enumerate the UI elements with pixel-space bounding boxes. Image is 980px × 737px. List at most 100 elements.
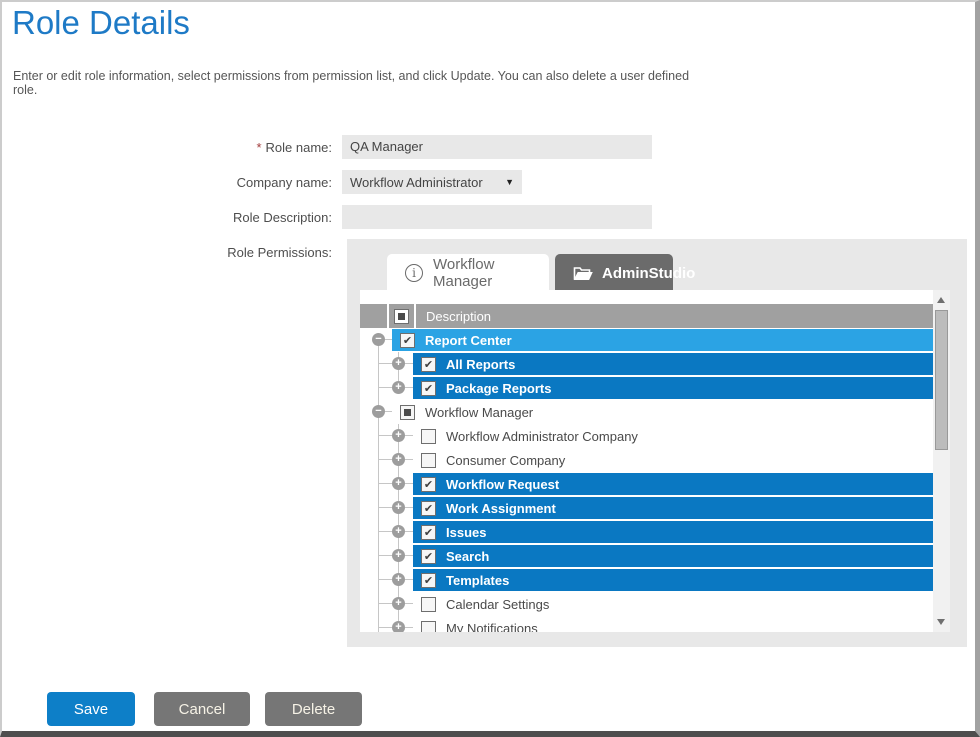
- tree-line: [378, 424, 379, 448]
- grid-header-checkbox-cell: [389, 304, 414, 328]
- row-label: Templates: [446, 573, 509, 588]
- row-label: All Reports: [446, 357, 515, 372]
- row-checkbox[interactable]: [421, 621, 436, 633]
- table-row[interactable]: + ✔ Issues: [360, 520, 933, 544]
- tree-line: [378, 496, 379, 520]
- table-row[interactable]: + ✔Package Reports: [360, 376, 933, 400]
- row-highlight: ✔Workflow Request: [413, 473, 933, 495]
- permissions-grid: Description −✔Report Center+✔All Reports…: [360, 290, 950, 632]
- tree-line: [379, 603, 392, 604]
- role-description-label: Role Description:: [2, 210, 332, 225]
- tree-line: [405, 435, 413, 436]
- table-row[interactable]: + Workflow Administrator Company: [360, 424, 933, 448]
- table-row[interactable]: + ✔ All Reports: [360, 352, 933, 376]
- vertical-scrollbar[interactable]: [933, 290, 950, 632]
- tab-adminstudio[interactable]: AdminStudio: [555, 254, 673, 292]
- company-name-value: Workflow Administrator: [350, 175, 483, 190]
- row-checkbox[interactable]: ✔: [421, 357, 436, 372]
- tree-line: [379, 555, 392, 556]
- role-name-label: *Role name:: [2, 140, 332, 155]
- chevron-down-icon: ▼: [505, 177, 514, 187]
- scrollbar-thumb[interactable]: [935, 310, 948, 450]
- role-permissions-label: Role Permissions:: [2, 245, 332, 260]
- tree-line: [405, 363, 413, 364]
- expand-toggle-icon[interactable]: +: [392, 549, 405, 562]
- tree-line: [379, 435, 392, 436]
- table-row[interactable]: −✔Report Center: [360, 328, 933, 352]
- company-name-select[interactable]: Workflow Administrator ▼: [342, 170, 522, 194]
- row-highlight: Consumer Company: [413, 449, 933, 471]
- table-row[interactable]: +✔Search: [360, 544, 933, 568]
- company-name-label: Company name:: [2, 175, 332, 190]
- row-label: Issues: [446, 525, 486, 540]
- table-row[interactable]: + ✔ Templates: [360, 568, 933, 592]
- role-name-input[interactable]: [342, 135, 652, 159]
- expand-toggle-icon[interactable]: +: [392, 525, 405, 538]
- role-details-page: Role Details Enter or edit role informat…: [0, 0, 980, 737]
- expand-toggle-icon[interactable]: +: [392, 381, 405, 394]
- tree-line: [378, 448, 379, 472]
- expand-toggle-icon[interactable]: +: [392, 453, 405, 466]
- row-label: My Notifications: [446, 621, 538, 633]
- tree-line: [385, 339, 392, 340]
- tree-line: [379, 627, 392, 628]
- tab-label: AdminStudio: [602, 265, 695, 282]
- row-checkbox[interactable]: ✔: [421, 477, 436, 492]
- collapse-toggle-icon[interactable]: −: [372, 333, 385, 346]
- delete-button[interactable]: Delete: [265, 692, 362, 726]
- row-checkbox[interactable]: ✔: [421, 501, 436, 516]
- expand-toggle-icon[interactable]: +: [392, 597, 405, 610]
- expand-toggle-icon[interactable]: +: [392, 429, 405, 442]
- row-highlight: Calendar Settings: [413, 593, 933, 615]
- row-checkbox[interactable]: ✔: [400, 333, 415, 348]
- table-row[interactable]: + ✔Workflow Request: [360, 472, 933, 496]
- info-icon: [405, 264, 423, 282]
- row-checkbox[interactable]: [421, 453, 436, 468]
- scroll-down-arrow-icon[interactable]: [937, 619, 945, 625]
- row-checkbox[interactable]: [400, 405, 415, 420]
- tree-line: [378, 352, 379, 376]
- role-permissions-panel: Workflow Manager AdminStudio Description: [347, 239, 967, 647]
- expand-toggle-icon[interactable]: +: [392, 357, 405, 370]
- row-checkbox[interactable]: ✔: [421, 381, 436, 396]
- row-highlight: ✔ All Reports: [413, 353, 933, 375]
- tree-line: [405, 531, 413, 532]
- expand-toggle-icon[interactable]: +: [392, 621, 405, 632]
- tab-workflow-manager[interactable]: Workflow Manager: [387, 254, 549, 292]
- row-checkbox[interactable]: [421, 429, 436, 444]
- table-row[interactable]: −Workflow Manager: [360, 400, 933, 424]
- role-description-input[interactable]: [342, 205, 652, 229]
- row-checkbox[interactable]: [421, 597, 436, 612]
- cancel-button[interactable]: Cancel: [154, 692, 250, 726]
- tree-line: [378, 616, 379, 632]
- table-row[interactable]: + Consumer Company: [360, 448, 933, 472]
- row-label: Workflow Administrator Company: [446, 429, 638, 444]
- row-checkbox[interactable]: ✔: [421, 549, 436, 564]
- row-highlight: ✔Report Center: [392, 329, 933, 351]
- tree-line: [379, 507, 392, 508]
- row-checkbox[interactable]: ✔: [421, 573, 436, 588]
- grid-header-row: Description: [360, 304, 933, 328]
- row-checkbox[interactable]: ✔: [421, 525, 436, 540]
- expand-toggle-icon[interactable]: +: [392, 477, 405, 490]
- tree-line: [378, 544, 379, 568]
- row-highlight: ✔Work Assignment: [413, 497, 933, 519]
- tree-line: [405, 603, 413, 604]
- scroll-up-arrow-icon[interactable]: [937, 297, 945, 303]
- row-highlight: ✔Package Reports: [413, 377, 933, 399]
- save-button[interactable]: Save: [47, 692, 135, 726]
- select-all-checkbox[interactable]: [394, 309, 409, 324]
- table-row[interactable]: + Calendar Settings: [360, 592, 933, 616]
- tree-line: [379, 459, 392, 460]
- collapse-toggle-icon[interactable]: −: [372, 405, 385, 418]
- tree-line: [378, 520, 379, 544]
- tree-line: [405, 507, 413, 508]
- tree-line: [379, 387, 392, 388]
- expand-toggle-icon[interactable]: +: [392, 501, 405, 514]
- indeterminate-mark: [404, 409, 411, 416]
- expand-toggle-icon[interactable]: +: [392, 573, 405, 586]
- tree-line: [405, 627, 413, 628]
- table-row[interactable]: + ✔Work Assignment: [360, 496, 933, 520]
- table-row[interactable]: + My Notifications: [360, 616, 933, 632]
- permissions-tree: Description −✔Report Center+✔All Reports…: [360, 304, 933, 632]
